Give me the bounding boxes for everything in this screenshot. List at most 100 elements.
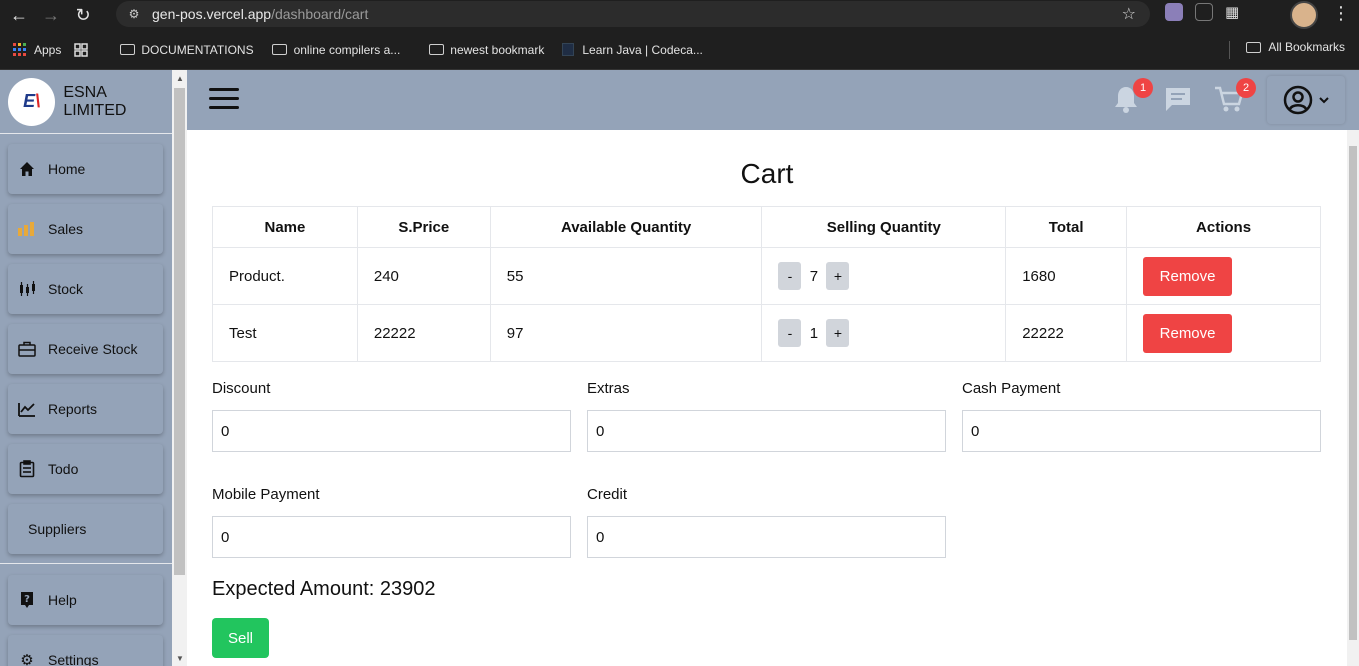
folder-icon	[119, 43, 135, 57]
browser-menu-icon[interactable]: ⋮	[1332, 3, 1350, 24]
sidebar-item-todo[interactable]: Todo	[8, 444, 163, 494]
column-header: Name	[212, 206, 358, 248]
forward-icon[interactable]: →	[38, 3, 64, 27]
sidebar-item-suppliers[interactable]: Suppliers	[8, 504, 163, 554]
extension-icon[interactable]	[1165, 3, 1183, 21]
account-menu-button[interactable]	[1267, 76, 1345, 124]
scrollbar-thumb[interactable]	[1349, 146, 1357, 640]
scroll-down-icon[interactable]: ▼	[176, 654, 184, 663]
sidebar-item-label: Settings	[48, 652, 99, 666]
table-header-row: Name S.Price Available Quantity Selling …	[212, 206, 1321, 248]
remove-button[interactable]: Remove	[1143, 313, 1233, 353]
column-header: Selling Quantity	[761, 206, 1007, 248]
browser-profile-avatar[interactable]	[1290, 1, 1318, 29]
folder-icon	[428, 43, 444, 57]
messages-button[interactable]	[1163, 84, 1193, 114]
cell-total: 22222	[1005, 304, 1128, 362]
increment-button[interactable]: +	[826, 262, 850, 290]
cash-payment-field-group: Cash Payment 0	[962, 380, 1321, 452]
brand-name: ESNA LIMITED	[63, 83, 127, 119]
receive-stock-icon	[18, 340, 36, 358]
extension-icon[interactable]	[1195, 3, 1213, 21]
main-scrollbar[interactable]	[1347, 130, 1359, 666]
cart-table: Name S.Price Available Quantity Selling …	[212, 206, 1321, 362]
all-bookmarks[interactable]: All Bookmarks	[1246, 40, 1345, 54]
scrollbar-thumb[interactable]	[174, 88, 185, 575]
sidebar-item-label: Reports	[48, 401, 98, 417]
sidebar-item-help[interactable]: ? Help	[8, 575, 163, 625]
decrement-button[interactable]: -	[778, 319, 802, 347]
bookmark-label: Apps	[34, 42, 62, 57]
cell-available: 97	[489, 304, 763, 362]
bookmark-apps[interactable]: Apps	[12, 42, 62, 57]
discount-input[interactable]: 0	[212, 410, 571, 452]
cell-name: Product.	[212, 247, 358, 305]
sidebar-item-label: Receive Stock	[48, 341, 138, 357]
credit-input[interactable]: 0	[587, 516, 946, 558]
sidebar-item-sales[interactable]: Sales	[8, 204, 163, 254]
sidebar-item-settings[interactable]: ⚙ Settings	[8, 635, 163, 666]
account-circle-icon	[1283, 85, 1313, 115]
sidebar-scrollbar[interactable]: ▲ ▼	[172, 70, 187, 666]
sidebar-item-stock[interactable]: Stock	[8, 264, 163, 314]
bookmark-folder[interactable]: newest bookmark	[428, 43, 544, 57]
url-text[interactable]: gen-pos.vercel.app/dashboard/cart	[152, 6, 368, 22]
stock-icon	[18, 280, 36, 298]
extras-field-group: Extras 0	[587, 380, 946, 452]
extras-input[interactable]: 0	[587, 410, 946, 452]
notification-badge: 1	[1133, 78, 1153, 98]
back-icon[interactable]: ←	[6, 3, 32, 27]
sidebar-item-home[interactable]: Home	[8, 144, 163, 194]
bookmark-star-icon[interactable]: ☆	[1122, 4, 1136, 24]
chat-icon	[1166, 88, 1190, 111]
mobile-payment-input[interactable]: 0	[212, 516, 571, 558]
sidebar-item-receive-stock[interactable]: Receive Stock	[8, 324, 163, 374]
settings-icon: ⚙	[20, 652, 34, 666]
browser-toolbar: ← → ↻ ⚙ gen-pos.vercel.app/dashboard/car…	[0, 0, 1359, 30]
bookmark-label: online compilers a...	[293, 42, 401, 57]
chevron-down-icon	[1319, 97, 1329, 104]
scroll-up-icon[interactable]: ▲	[176, 74, 184, 83]
credit-field-group: Credit 0	[587, 486, 946, 558]
sidebar-item-label: Suppliers	[28, 521, 87, 537]
cart-button[interactable]: 2	[1214, 78, 1256, 114]
sidebar-divider	[0, 563, 172, 564]
cell-available: 55	[489, 247, 763, 305]
folder-icon	[1246, 41, 1262, 53]
cell-price: 22222	[356, 304, 491, 362]
extensions-area: ▦	[1165, 3, 1243, 21]
cash-payment-label: Cash Payment	[962, 380, 1061, 397]
hamburger-menu-icon[interactable]	[209, 88, 239, 112]
decrement-button[interactable]: -	[778, 262, 802, 290]
address-bar[interactable]: ⚙ gen-pos.vercel.app/dashboard/cart ☆	[116, 1, 1150, 27]
sell-button[interactable]: Sell	[212, 618, 269, 658]
bookmark-link[interactable]: Learn Java | Codeca...	[560, 43, 703, 57]
sidebar: E \ ESNA LIMITED Home Sales Stock Receive…	[0, 70, 172, 666]
bookmark-label: Learn Java | Codeca...	[582, 42, 703, 57]
increment-button[interactable]: +	[826, 319, 850, 347]
bookmark-folder[interactable]: DOCUMENTATIONS	[119, 43, 254, 57]
sidebar-item-label: Sales	[48, 221, 84, 237]
quantity-value: 1	[809, 324, 819, 342]
bookmark-folder[interactable]: online compilers a...	[272, 42, 401, 57]
sidebar-item-label: Stock	[48, 281, 84, 297]
site-info-icon[interactable]: ⚙	[122, 5, 146, 23]
notifications-button[interactable]: 1	[1111, 78, 1153, 114]
column-header: Actions	[1126, 206, 1321, 248]
extensions-puzzle-icon[interactable]: ▦	[1225, 3, 1243, 21]
reload-icon[interactable]: ↻	[70, 3, 96, 27]
remove-button[interactable]: Remove	[1143, 256, 1233, 296]
sales-icon	[18, 220, 36, 238]
sidebar-item-label: Home	[48, 161, 86, 177]
column-header: Total	[1005, 206, 1128, 248]
help-icon: ?	[18, 591, 36, 609]
cash-payment-input[interactable]: 0	[962, 410, 1321, 452]
sidebar-item-reports[interactable]: Reports	[8, 384, 163, 434]
bookmark-label: newest bookmark	[450, 42, 545, 57]
tab-groups-icon[interactable]	[73, 42, 95, 57]
company-logo: E \	[8, 77, 56, 126]
todo-icon	[18, 460, 36, 478]
cell-actions: Remove	[1126, 247, 1321, 305]
codecademy-icon	[560, 43, 576, 57]
quantity-value: 7	[809, 267, 819, 285]
